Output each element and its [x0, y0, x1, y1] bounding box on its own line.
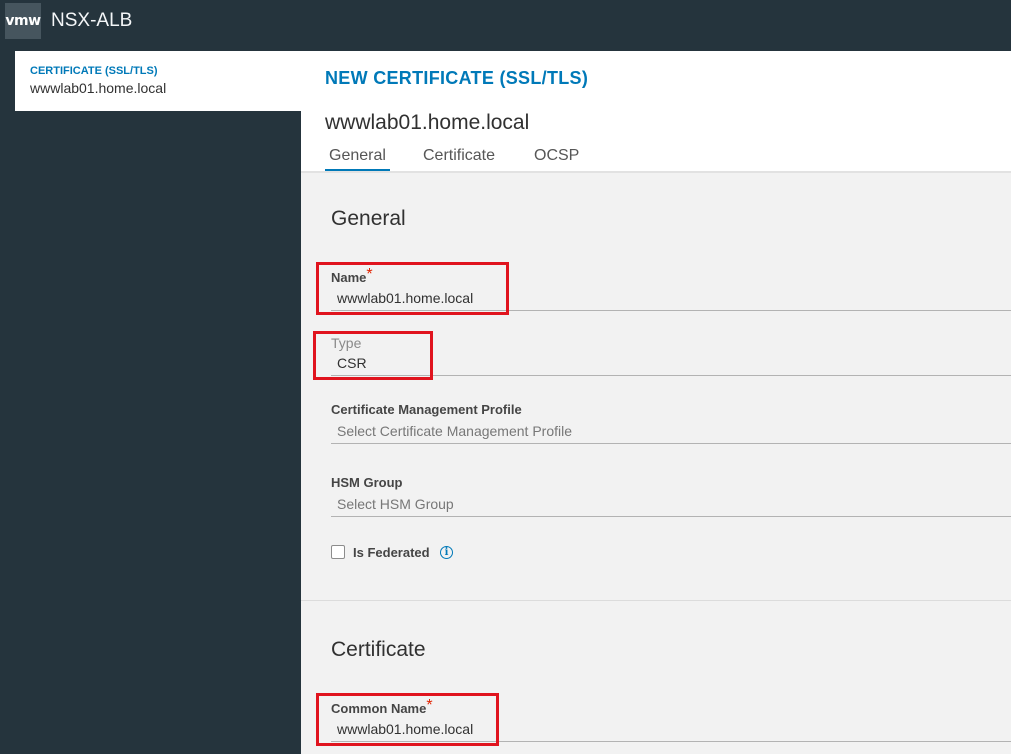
common-name-underline: [331, 741, 1011, 742]
name-label: Name*: [331, 266, 373, 287]
common-name-label-text: Common Name: [331, 701, 427, 716]
sidebar-item-certificate[interactable]: CERTIFICATE (SSL/TLS) wwwlab01.home.loca…: [15, 51, 301, 111]
certificate-name-heading: wwwlab01.home.local: [325, 111, 530, 134]
tab-certificate[interactable]: Certificate: [419, 147, 499, 169]
info-icon[interactable]: i: [440, 546, 453, 559]
modal-body: General Name* Type CSR Certificate Manag…: [301, 171, 1011, 754]
common-name-input[interactable]: [337, 721, 937, 737]
sidebar-item-kicker: CERTIFICATE (SSL/TLS): [30, 65, 158, 77]
sidebar-item-label: wwwlab01.home.local: [30, 80, 167, 96]
section-heading-certificate: Certificate: [331, 638, 426, 661]
section-divider: [301, 600, 1011, 601]
is-federated-checkbox[interactable]: [331, 545, 345, 559]
section-heading-general: General: [331, 207, 406, 230]
name-input-underline: [331, 310, 1011, 311]
hsm-group-label: HSM Group: [331, 475, 403, 490]
name-label-text: Name: [331, 270, 367, 285]
top-nav-bar: vmw NSX-ALB: [0, 0, 1011, 43]
cert-mgmt-profile-underline: [331, 443, 1011, 444]
common-name-label: Common Name*: [331, 697, 433, 718]
app-title: NSX-ALB: [51, 10, 133, 31]
modal-title: NEW CERTIFICATE (SSL/TLS): [325, 68, 589, 88]
name-input[interactable]: [337, 290, 937, 306]
tab-general[interactable]: General: [325, 147, 390, 172]
modal-header: NEW CERTIFICATE (SSL/TLS) wwwlab01.home.…: [301, 51, 1011, 172]
type-label: Type: [331, 335, 362, 351]
vmware-logo[interactable]: vmw: [5, 3, 41, 39]
hsm-group-select[interactable]: Select HSM Group: [337, 496, 937, 512]
hsm-group-underline: [331, 516, 1011, 517]
is-federated-label: Is Federated: [353, 545, 430, 560]
type-underline: [331, 375, 1011, 376]
tab-ocsp[interactable]: OCSP: [530, 147, 583, 169]
cert-mgmt-profile-select[interactable]: Select Certificate Management Profile: [337, 423, 937, 439]
type-value: CSR: [337, 355, 367, 371]
required-asterisk: *: [366, 266, 373, 283]
required-asterisk: *: [426, 697, 433, 714]
cert-mgmt-profile-label: Certificate Management Profile: [331, 402, 522, 417]
